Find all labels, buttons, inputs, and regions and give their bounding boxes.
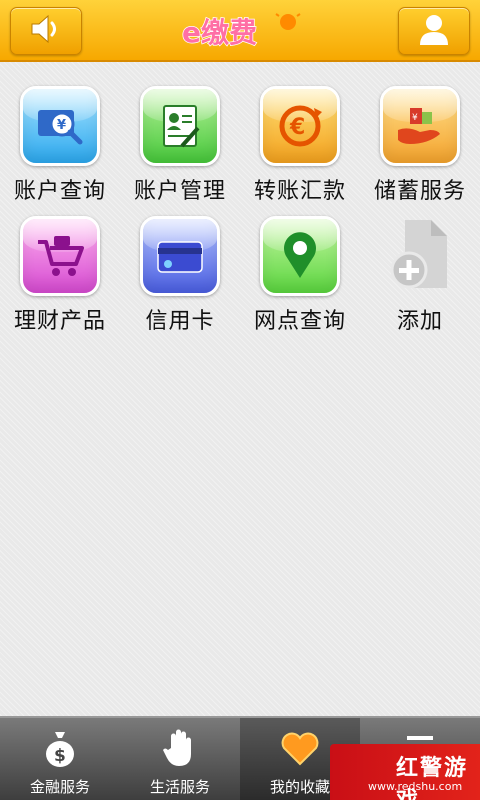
add-file-icon	[380, 216, 460, 296]
speaker-icon	[28, 14, 64, 48]
watermark-url: www.redshu.com	[368, 780, 463, 793]
svg-text:$: $	[54, 746, 66, 766]
tile-transfer[interactable]: € 转账汇款	[240, 86, 360, 216]
tile-wealth-products[interactable]: 理财产品	[0, 216, 120, 346]
tile-add[interactable]: 添加	[360, 216, 480, 346]
credit-card-icon	[140, 216, 220, 296]
sound-button[interactable]	[10, 7, 82, 55]
tab-life-services[interactable]: 生活服务	[120, 718, 240, 800]
tile-label: 信用卡	[145, 309, 215, 334]
tile-label: 理财产品	[13, 309, 106, 334]
shopping-cart-icon	[20, 216, 100, 296]
tile-branch-query[interactable]: 网点查询	[240, 216, 360, 346]
tile-label: 账户管理	[133, 179, 226, 204]
heart-icon	[280, 718, 320, 772]
hand-icon	[163, 718, 197, 772]
tile-account-query[interactable]: ¥ 账户查询	[0, 86, 120, 216]
map-pin-icon	[260, 216, 340, 296]
tile-label: 转账汇款	[253, 179, 346, 204]
tab-financial-services[interactable]: $ 金融服务	[0, 718, 120, 800]
tile-label: 储蓄服务	[373, 179, 466, 204]
tile-credit-card[interactable]: 信用卡	[120, 216, 240, 346]
app-logo: e缴费	[178, 9, 302, 50]
tile-savings[interactable]: ¥ 储蓄服务	[360, 86, 480, 216]
tile-label: 账户查询	[13, 179, 106, 204]
account-query-icon: ¥	[20, 86, 100, 166]
tab-label: 我的收藏	[269, 778, 330, 796]
savings-hand-icon: ¥	[380, 86, 460, 166]
tab-label: 金融服务	[29, 778, 90, 796]
svg-text:¥: ¥	[57, 118, 66, 133]
money-bag-icon: $	[43, 718, 77, 772]
user-button[interactable]	[398, 7, 470, 55]
svg-text:€: €	[289, 115, 305, 140]
user-icon	[417, 12, 451, 50]
tile-account-manage[interactable]: 账户管理	[120, 86, 240, 216]
tab-label: 生活服务	[149, 778, 210, 796]
euro-transfer-icon: €	[260, 86, 340, 166]
svg-text:e缴费: e缴费	[182, 16, 257, 49]
tile-label: 网点查询	[253, 309, 346, 334]
tile-label: 添加	[396, 309, 443, 334]
svg-text:¥: ¥	[412, 113, 418, 123]
account-manage-icon	[140, 86, 220, 166]
top-bar: e缴费	[0, 0, 480, 62]
